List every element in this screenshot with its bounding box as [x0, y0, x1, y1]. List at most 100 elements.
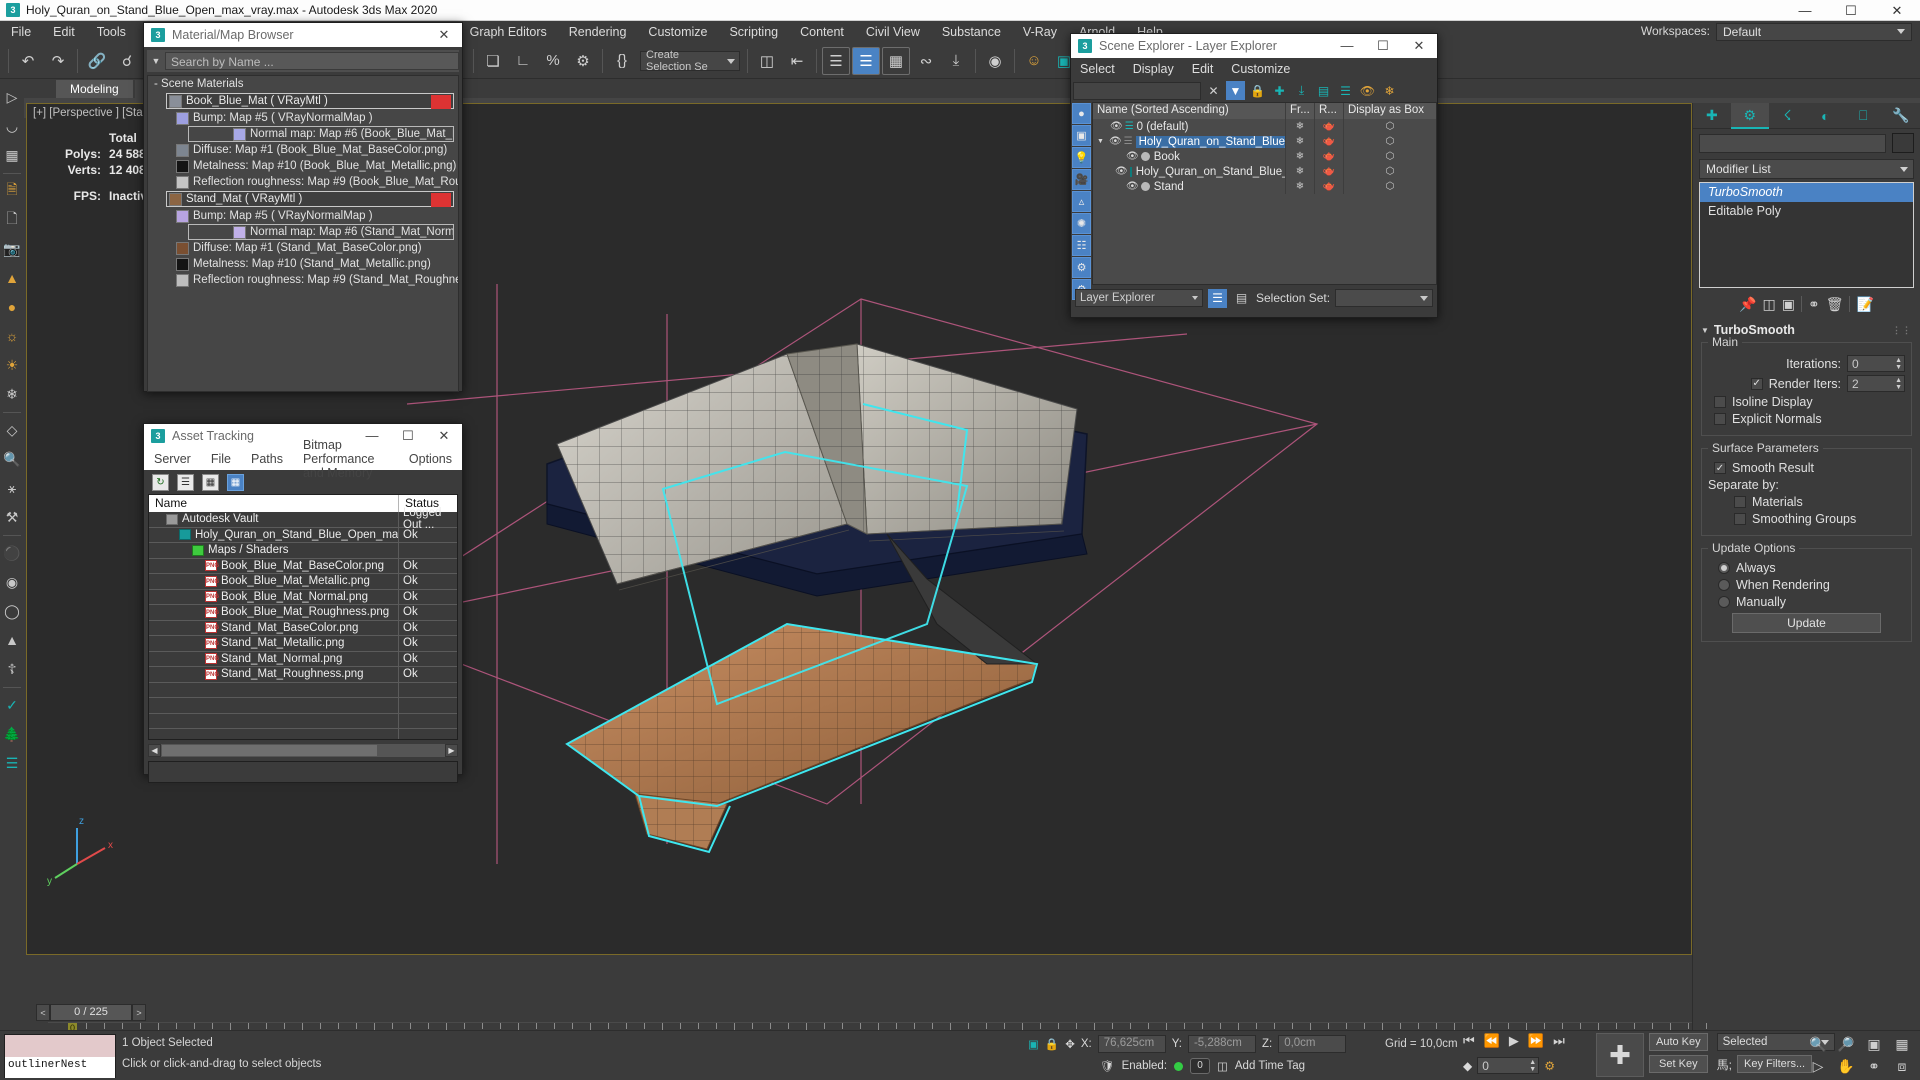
play-animation-icon[interactable]: ▷	[1, 83, 23, 111]
filter-icon[interactable]: ▼	[1226, 81, 1245, 100]
absolute-relative-icon[interactable]: ✥	[1065, 1037, 1075, 1051]
tree-icon[interactable]: 🌲	[1, 720, 23, 748]
spinner-arrows-icon[interactable]: ▲ ▼	[1529, 1059, 1536, 1073]
toggle-scene-explorer-icon[interactable]: ☰	[822, 46, 850, 75]
column-display-as-box[interactable]: Display as Box	[1344, 103, 1436, 119]
table-row[interactable]: Maps / Shaders	[149, 543, 457, 559]
update-always-radio[interactable]	[1718, 562, 1730, 574]
eye-icon[interactable]: 👁	[1126, 181, 1139, 192]
table-row[interactable]: PNG Stand_Mat_Roughness.png Ok	[149, 667, 457, 683]
asset-table-hscrollbar[interactable]: ◀ ▶	[148, 744, 458, 757]
prev-frame-button[interactable]: <	[36, 1004, 50, 1021]
menu-edit[interactable]: Edit	[1183, 60, 1223, 78]
unlink-selection-icon[interactable]: ☌	[113, 47, 141, 75]
go-to-start-icon[interactable]: ⏮	[1463, 1033, 1475, 1049]
layer-list[interactable]: Name (Sorted Ascending) Fr... R... Displ…	[1092, 102, 1437, 285]
filter-groups-icon[interactable]: ☷	[1072, 235, 1091, 256]
selection-lock-region-icon[interactable]: ▣	[1028, 1037, 1039, 1051]
list-item[interactable]: 👁 Holy_Quran_on_Stand_Blue_Open ❄ 🫖 ⬡	[1093, 164, 1436, 179]
hide-layer-icon[interactable]: 👁	[1358, 81, 1377, 100]
map-row[interactable]: Reflection roughness: Map #9 (Stand_Mat_…	[148, 272, 458, 288]
menu-paths[interactable]: Paths	[241, 450, 293, 468]
grid-view-icon[interactable]: ▦	[227, 473, 244, 491]
menu-file[interactable]: File	[201, 450, 241, 468]
update-manually-row[interactable]: Manually	[1718, 595, 1905, 609]
table-row[interactable]: PNG Book_Blue_Mat_Normal.png Ok	[149, 589, 457, 605]
filter-xrefs-icon[interactable]: ⚙	[1072, 257, 1091, 278]
zoom-extents-icon[interactable]: ▣	[1860, 1033, 1888, 1055]
zoom-icon[interactable]: 🔍	[1804, 1033, 1832, 1055]
map-row-selected[interactable]: Normal map: Map #6 (Book_Blue_Mat_Normal…	[188, 126, 454, 142]
curve-editor-icon[interactable]: ∾	[912, 47, 940, 75]
eye-icon[interactable]: 👁	[1126, 151, 1139, 162]
scroll-right-icon[interactable]: ▶	[445, 744, 458, 757]
renderable-cell[interactable]: 🫖	[1315, 164, 1344, 179]
pan-view-icon[interactable]: ✋	[1832, 1055, 1860, 1077]
toggle-layer-explorer-icon[interactable]: ☰	[852, 46, 880, 75]
display-as-box-cell[interactable]: ⬡	[1344, 134, 1436, 149]
ribbon-tab-modeling[interactable]: Modeling	[56, 80, 133, 98]
materials-checkbox[interactable]	[1734, 496, 1746, 508]
renderable-cell[interactable]: 🫖	[1315, 179, 1344, 194]
map-row[interactable]: Metalness: Map #10 (Stand_Mat_Metallic.p…	[148, 256, 458, 272]
smoothing-groups-checkbox[interactable]	[1734, 513, 1746, 525]
menu-content[interactable]: Content	[789, 22, 855, 42]
clear-find-icon[interactable]: ✕	[1204, 81, 1223, 100]
snowflake-icon[interactable]: ❄	[1, 380, 23, 408]
next-frame-button[interactable]: >	[132, 1004, 146, 1021]
auto-key-button[interactable]: Auto Key	[1649, 1033, 1708, 1051]
go-to-end-icon[interactable]: ⏭	[1553, 1033, 1565, 1049]
select-layer-objects-icon[interactable]: ▤	[1314, 81, 1333, 100]
time-configuration-icon[interactable]: ⚙	[1544, 1059, 1555, 1073]
key-filters-button[interactable]: Key Filters...	[1736, 1055, 1813, 1073]
map-row[interactable]: Metalness: Map #10 (Book_Blue_Mat_Metall…	[148, 158, 458, 174]
tab-modify[interactable]: ⚙	[1730, 103, 1769, 129]
object-name-field[interactable]	[1699, 133, 1886, 153]
column-renderable[interactable]: R...	[1315, 103, 1344, 119]
list-item[interactable]: 👁 Book ❄ 🫖 ⬡	[1093, 149, 1436, 164]
menu-vray[interactable]: V-Ray	[1012, 22, 1068, 42]
renderable-cell[interactable]: 🫖	[1315, 149, 1344, 164]
align-icon[interactable]: ⇤	[783, 47, 811, 75]
open-file-icon[interactable]: 🗎	[1, 177, 23, 205]
circle-icon[interactable]: ⚫	[1, 539, 23, 567]
plugin-icon[interactable]: ⚒	[1, 503, 23, 531]
thumbnail-view-icon[interactable]: ▦	[202, 473, 219, 491]
list-icon[interactable]: ☰	[1, 749, 23, 777]
list-item[interactable]: 👁 ☰ 0 (default) ❄ 🫖 ⬡	[1093, 119, 1436, 134]
arc-rotate-icon[interactable]: ◡	[1, 112, 23, 140]
undo-icon[interactable]: ↶	[14, 47, 42, 75]
tab-motion[interactable]: ◐	[1806, 103, 1845, 129]
filter-cameras-icon[interactable]: 🎥	[1072, 169, 1091, 190]
camera-icon[interactable]: 📷	[1, 235, 23, 263]
menu-options[interactable]: Options	[399, 450, 462, 468]
scene-materials-group[interactable]: - Scene Materials	[148, 76, 458, 92]
shield-icon[interactable]: 🛡	[1100, 1059, 1115, 1073]
configure-sets-icon[interactable]: ⚭	[1808, 296, 1820, 313]
list-view-icon[interactable]: ☰	[177, 473, 194, 491]
cone-icon[interactable]: ▲	[1, 626, 23, 654]
key-mode-toggle-icon[interactable]: ◆	[1463, 1059, 1472, 1073]
tab-hierarchy[interactable]: ☇	[1768, 103, 1807, 129]
check-icon[interactable]: ✓	[1, 691, 23, 719]
lock-selection-icon[interactable]: 🔒	[1045, 1037, 1059, 1051]
filter-helpers-icon[interactable]: ▵	[1072, 191, 1091, 212]
frozen-cell[interactable]: ❄	[1286, 179, 1315, 194]
table-row[interactable]: Autodesk Vault Logged Out ...	[149, 507, 457, 531]
explicit-normals-checkbox[interactable]	[1714, 413, 1726, 425]
next-frame-icon[interactable]: ⏩	[1528, 1033, 1544, 1049]
minimize-button[interactable]: —	[1782, 0, 1828, 21]
previous-frame-icon[interactable]: ⏪	[1484, 1033, 1500, 1049]
column-name[interactable]: Name (Sorted Ascending)	[1093, 103, 1286, 119]
show-end-result-icon[interactable]: ◫	[1763, 296, 1776, 313]
default-in-out-tangent-icon[interactable]: 馬;	[1717, 1056, 1732, 1073]
render-setup-icon[interactable]: ☺	[1020, 47, 1048, 75]
spinner-arrows-icon[interactable]: ▲ ▼	[1895, 377, 1902, 391]
column-name[interactable]: Name	[149, 495, 399, 512]
iterations-spinner[interactable]: 0 ▲ ▼	[1847, 355, 1905, 372]
spinner-arrows-icon[interactable]: ▲ ▼	[1895, 357, 1902, 371]
set-current-layer-icon[interactable]: ☰	[1336, 81, 1355, 100]
modifier-stack-item-editable-poly[interactable]: Editable Poly	[1700, 202, 1913, 221]
menu-select[interactable]: Select	[1071, 60, 1124, 78]
frozen-cell[interactable]: ❄	[1286, 134, 1315, 149]
